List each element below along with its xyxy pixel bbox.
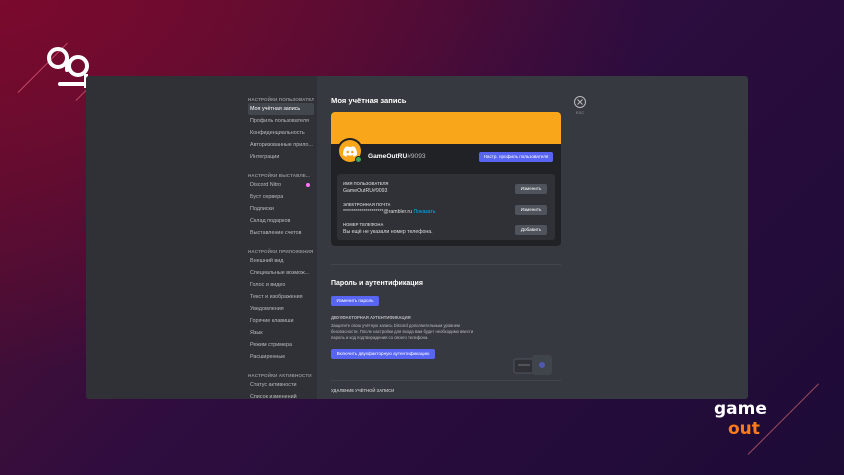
sidebar-item-label: Интеграции bbox=[250, 154, 280, 160]
profile-banner bbox=[331, 112, 561, 144]
enable-2fa-button[interactable]: Включить двухфакторную аутентификацию bbox=[331, 349, 435, 359]
sidebar-item[interactable]: Статус активности bbox=[248, 379, 314, 391]
sidebar-section-title: НАСТРОЙКИ ПОЛЬЗОВАТЕЛЯ bbox=[248, 97, 314, 102]
sidebar-item-label: Склад подарков bbox=[250, 218, 291, 224]
sidebar-item[interactable]: Режим стримера bbox=[248, 339, 314, 351]
sidebar-item[interactable]: Интеграции bbox=[248, 151, 314, 163]
sidebar-item[interactable]: Подписки bbox=[248, 203, 314, 215]
settings-sidebar: НАСТРОЙКИ ПОЛЬЗОВАТЕЛЯ Моя учётная запись… bbox=[86, 76, 317, 399]
sidebar-item-label: Текст и изображения bbox=[250, 294, 303, 300]
gameout-brand-logo-icon: game out bbox=[714, 399, 767, 439]
sidebar-item-label: Голос и видео bbox=[250, 282, 286, 288]
svg-text:game: game bbox=[714, 399, 767, 419]
sidebar-item-label: Подписки bbox=[250, 206, 274, 212]
sidebar-item[interactable]: Буст сервера bbox=[248, 191, 314, 203]
close-icon[interactable] bbox=[574, 96, 586, 108]
sidebar-item-label: Выставление счетов bbox=[250, 230, 302, 236]
divider bbox=[331, 264, 561, 265]
add-phone-button[interactable]: Добавить bbox=[515, 225, 547, 235]
close-button[interactable]: ESC bbox=[573, 96, 587, 115]
sidebar-item-label: Статус активности bbox=[250, 382, 297, 388]
sidebar-item[interactable]: Специальные возмож... bbox=[248, 267, 314, 279]
sidebar-item-label: Моя учётная запись bbox=[250, 106, 301, 112]
sidebar-item-label: Уведомления bbox=[250, 306, 284, 312]
email-value: ********************@rambler.ru bbox=[343, 209, 412, 215]
nitro-icon bbox=[306, 183, 310, 187]
email-field: ЭЛЕКТРОННАЯ ПОЧТА ********************@r… bbox=[343, 201, 549, 221]
sidebar-item-label: Специальные возмож... bbox=[250, 270, 310, 276]
twofa-title: ДВУХФАКТОРНАЯ АУТЕНТИФИКАЦИЯ bbox=[331, 315, 411, 320]
account-fields: ИМЯ ПОЛЬЗОВАТЕЛЯ GameOutRU#9093 Изменить… bbox=[337, 174, 555, 240]
sidebar-item[interactable]: Выставление счетов bbox=[248, 227, 314, 239]
sidebar-item-label: Горячие клавиши bbox=[250, 318, 294, 324]
username: GameOutRU bbox=[368, 153, 408, 160]
delete-account-title: УДАЛЕНИЕ УЧЁТНОЙ ЗАПИСИ bbox=[331, 388, 395, 393]
edit-profile-button[interactable]: Настр. профиль пользователя bbox=[479, 152, 553, 162]
sidebar-item[interactable]: Моя учётная запись bbox=[248, 103, 314, 115]
svg-text:out: out bbox=[728, 419, 760, 439]
sidebar-item[interactable]: Профиль пользователя bbox=[248, 115, 314, 127]
sidebar-item[interactable]: Внешний вид bbox=[248, 255, 314, 267]
sidebar-item-label: Режим стримера bbox=[250, 342, 292, 348]
esc-label: ESC bbox=[575, 110, 585, 115]
sidebar-item-label: Список изменений bbox=[250, 394, 297, 399]
discord-logo-icon bbox=[343, 145, 357, 157]
twofa-description: Защитите свою учётную запись Discord доп… bbox=[331, 323, 474, 340]
sidebar-section-title: НАСТРОЙКИ ПРИЛОЖЕНИЯ bbox=[248, 249, 314, 254]
sidebar-item[interactable]: Язык bbox=[248, 327, 314, 339]
sidebar-item[interactable]: Discord Nitro bbox=[248, 179, 314, 191]
sidebar-item[interactable]: Авторизованные прило... bbox=[248, 139, 314, 151]
sidebar-item-label: Внешний вид bbox=[250, 258, 284, 264]
username-display: GameOutRU#9093 bbox=[368, 153, 426, 160]
sidebar-item[interactable]: Список изменений bbox=[248, 391, 314, 399]
sidebar-item[interactable]: Расширенные bbox=[248, 351, 314, 363]
show-email-link[interactable]: Показать bbox=[413, 209, 435, 215]
sidebar-item[interactable]: Конфиденциальность bbox=[248, 127, 314, 139]
sidebar-item-label: Авторизованные прило... bbox=[250, 142, 313, 148]
sidebar-section-title: НАСТРОЙКИ ВЫСТАВЛЕ... bbox=[248, 173, 311, 178]
divider bbox=[331, 380, 561, 381]
sidebar-item-label: Язык bbox=[250, 330, 263, 336]
change-password-button[interactable]: Изменить пароль bbox=[331, 296, 379, 306]
settings-window: НАСТРОЙКИ ПОЛЬЗОВАТЕЛЯ Моя учётная запись… bbox=[86, 76, 748, 399]
sidebar-section-title: НАСТРОЙКИ АКТИВНОСТИ bbox=[248, 373, 312, 378]
sidebar-item[interactable]: Текст и изображения bbox=[248, 291, 314, 303]
online-status-icon bbox=[355, 156, 362, 163]
sidebar-item-label: Буст сервера bbox=[250, 194, 284, 200]
settings-content: Моя учётная запись GameOutRU#9093 Настр.… bbox=[317, 76, 748, 399]
sidebar-item-label: Конфиденциальность bbox=[250, 130, 305, 136]
sidebar-item-label: Расширенные bbox=[250, 354, 286, 360]
phone-illustration-icon bbox=[513, 355, 552, 375]
username-field: ИМЯ ПОЛЬЗОВАТЕЛЯ GameOutRU#9093 Изменить bbox=[343, 180, 549, 200]
security-heading: Пароль и аутентификация bbox=[331, 280, 423, 287]
sidebar-item-label: Discord Nitro bbox=[250, 182, 282, 188]
edit-email-button[interactable]: Изменить bbox=[515, 205, 547, 215]
sidebar-item[interactable]: Голос и видео bbox=[248, 279, 314, 291]
page-title: Моя учётная запись bbox=[331, 96, 407, 105]
sidebar-item[interactable]: Горячие клавиши bbox=[248, 315, 314, 327]
phone-field: НОМЕР ТЕЛЕФОНА Вы ещё не указали номер т… bbox=[343, 221, 549, 241]
account-card: GameOutRU#9093 Настр. профиль пользовате… bbox=[331, 112, 561, 246]
user-tag: #9093 bbox=[407, 153, 426, 160]
sidebar-item[interactable]: Уведомления bbox=[248, 303, 314, 315]
edit-username-button[interactable]: Изменить bbox=[515, 184, 547, 194]
avatar bbox=[337, 138, 363, 164]
sidebar-item-label: Профиль пользователя bbox=[250, 118, 309, 124]
sidebar-item[interactable]: Склад подарков bbox=[248, 215, 314, 227]
